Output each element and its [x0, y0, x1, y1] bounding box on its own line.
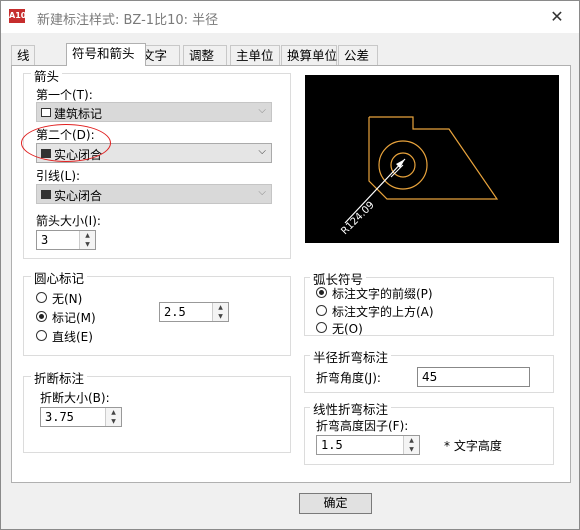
- tab-panel: 箭头 第一个(T): 建筑标记 ⌵ 第二个(D): 实心闭合 ⌵ 引线(L): …: [11, 65, 571, 483]
- linear-jog-group-label: 线性折弯标注: [310, 399, 392, 418]
- radius-jog-group-label: 半径折弯标注: [310, 347, 392, 366]
- jog-angle-input[interactable]: 45: [417, 367, 530, 387]
- center-mark-none-label: 无(N): [52, 292, 83, 306]
- chevron-down-icon: ⌵: [258, 105, 266, 116]
- radio-on-icon: [36, 311, 47, 322]
- radio-off-icon: [36, 330, 47, 341]
- window-title: 新建标注样式: BZ-1比10: 半径: [37, 13, 219, 28]
- style-preview: R124.09: [305, 75, 559, 243]
- tab-lines[interactable]: 线: [11, 45, 35, 65]
- jog-height-factor-value: 1.5: [321, 438, 343, 452]
- radio-on-icon: [316, 287, 327, 298]
- tab-tolerances[interactable]: 公差: [338, 45, 378, 65]
- tab-symbols-arrows[interactable]: 符号和箭头: [66, 43, 146, 66]
- break-size-label: 折断大小(B):: [40, 391, 110, 405]
- center-mark-size-value: 2.5: [164, 305, 186, 319]
- first-arrow-label: 第一个(T):: [36, 88, 93, 102]
- center-mark-size-spinner[interactable]: 2.5 ▲ ▼: [159, 302, 229, 322]
- arc-above-label: 标注文字的上方(A): [332, 305, 434, 319]
- leader-arrow-label: 引线(L):: [36, 169, 81, 183]
- first-arrow-dropdown[interactable]: 建筑标记 ⌵: [36, 102, 272, 122]
- break-size-spinner[interactable]: 3.75 ▲ ▼: [40, 407, 122, 427]
- chevron-down-icon: ⌵: [258, 187, 266, 198]
- leader-arrow-dropdown[interactable]: 实心闭合 ⌵: [36, 184, 272, 204]
- arc-none-label: 无(O): [332, 322, 363, 336]
- dim-break-group-label: 折断标注: [31, 368, 88, 387]
- preview-drawing: R124.09: [339, 116, 499, 237]
- spin-down-icon[interactable]: ▼: [404, 445, 419, 454]
- architectural-tick-icon: [41, 108, 51, 117]
- radio-off-icon: [316, 322, 327, 333]
- spin-down-icon[interactable]: ▼: [213, 312, 228, 321]
- chevron-down-icon: ⌵: [258, 146, 266, 157]
- jog-height-factor-spinner[interactable]: 1.5 ▲ ▼: [316, 435, 420, 455]
- jog-angle-label: 折弯角度(J):: [316, 371, 381, 385]
- dimension-style-dialog: A10 新建标注样式: BZ-1比10: 半径 ✕ 线 符号和箭头 文字 调整 …: [0, 0, 580, 530]
- radio-off-icon: [316, 305, 327, 316]
- arrowheads-group-label: 箭头: [31, 66, 63, 85]
- ok-button[interactable]: 确定: [299, 493, 372, 514]
- text-height-suffix: * 文字高度: [444, 439, 502, 453]
- jog-height-factor-label: 折弯高度因子(F):: [316, 419, 409, 433]
- spin-down-icon[interactable]: ▼: [106, 417, 121, 426]
- tab-primary-units[interactable]: 主单位: [230, 45, 280, 65]
- preview-dimension-text: R124.09: [339, 200, 376, 237]
- first-arrow-value: 建筑标记: [54, 107, 103, 121]
- radio-off-icon: [36, 292, 47, 303]
- close-icon[interactable]: ✕: [545, 6, 569, 28]
- center-mark-line-label: 直线(E): [52, 330, 93, 344]
- center-marks-group-label: 圆心标记: [31, 268, 88, 287]
- arrow-size-label: 箭头大小(I):: [36, 214, 101, 228]
- leader-arrow-value: 实心闭合: [54, 189, 103, 203]
- arrow-size-value: 3: [41, 233, 49, 247]
- spin-down-icon[interactable]: ▼: [80, 240, 95, 249]
- preview-part-outline: [368, 116, 499, 200]
- title-bar: A10 新建标注样式: BZ-1比10: 半径 ✕: [1, 1, 579, 33]
- jog-angle-value: 45: [422, 370, 438, 384]
- arc-prefix-label: 标注文字的前缀(P): [332, 287, 433, 301]
- arrow-size-spinner[interactable]: 3 ▲ ▼: [36, 230, 96, 250]
- closed-filled-arrow-icon: [41, 190, 51, 199]
- tab-fit[interactable]: 调整: [183, 45, 227, 65]
- center-mark-mark-label: 标记(M): [52, 311, 96, 325]
- break-size-value: 3.75: [45, 410, 74, 424]
- tab-alternate-units[interactable]: 换算单位: [281, 45, 337, 65]
- autocad-app-icon: A10: [9, 9, 26, 23]
- red-highlight-circle: [21, 124, 111, 162]
